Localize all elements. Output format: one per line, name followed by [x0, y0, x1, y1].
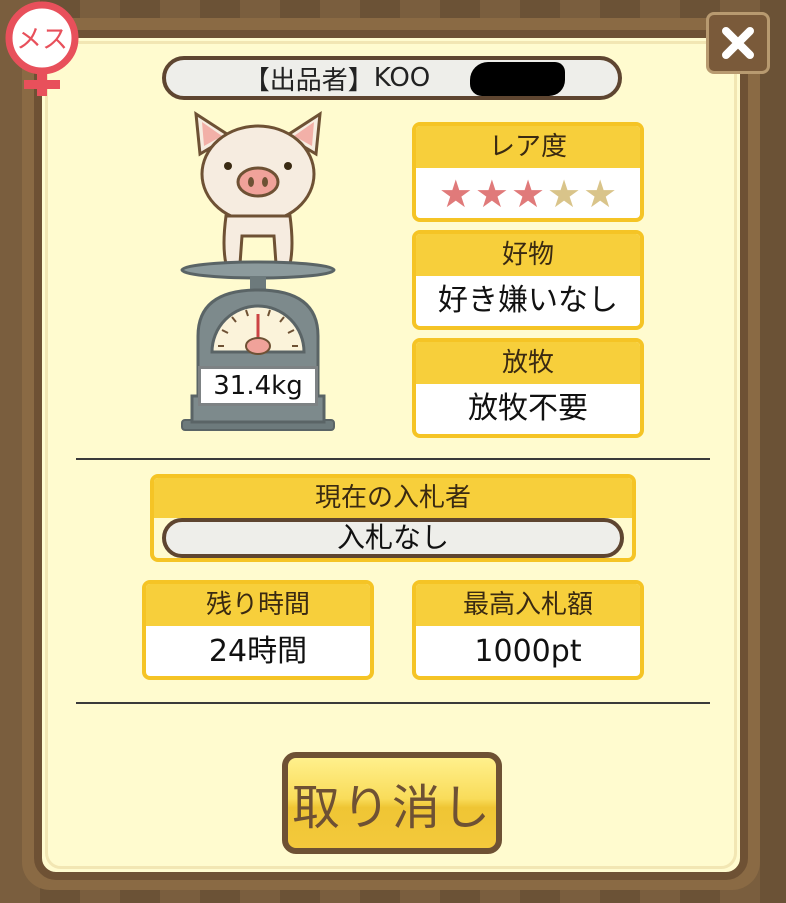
favorite-value: 好き嫌いなし [438, 283, 618, 318]
current-bidder-value: 入札なし [162, 518, 624, 558]
seller-prefix: 【出品者】 [243, 65, 374, 96]
female-symbol-icon: メス [5, 1, 79, 96]
pasture-box: 放牧 放牧不要 [412, 338, 644, 438]
time-left-box: 残り時間 24時間 [142, 580, 374, 680]
redaction-scribble [470, 62, 565, 96]
gender-label: メス [16, 25, 68, 55]
divider-bottom [76, 702, 710, 704]
time-left-label: 残り時間 [146, 584, 370, 626]
favorite-label: 好物 [416, 234, 640, 276]
star-filled-icon: ★ [438, 172, 473, 216]
seller-name: KOO [373, 63, 431, 93]
close-button[interactable] [706, 12, 770, 74]
favorite-box: 好物 好き嫌いなし [412, 230, 644, 330]
pasture-label: 放牧 [416, 342, 640, 384]
current-bidder-label: 現在の入札者 [154, 478, 632, 518]
rarity-label: レア度 [416, 126, 640, 168]
pig-weight: 31.4kg [198, 366, 318, 406]
max-bid-value: 1000pt [474, 634, 582, 669]
cancel-button[interactable]: 取り消し [282, 752, 502, 854]
max-bid-label: 最高入札額 [416, 584, 640, 626]
current-bidder-box: 現在の入札者 入札なし [150, 474, 636, 562]
female-badge: メス [2, 0, 84, 100]
star-empty-icon: ★ [583, 172, 618, 216]
close-icon [722, 27, 754, 59]
star-filled-icon: ★ [510, 172, 546, 216]
rarity-box: レア度 ★ ★ ★ ★ ★ [412, 122, 644, 222]
max-bid-box: 最高入札額 1000pt [412, 580, 644, 680]
time-left-value: 24時間 [208, 634, 308, 669]
pasture-value: 放牧不要 [468, 391, 588, 426]
star-empty-icon: ★ [547, 172, 582, 216]
rarity-stars: ★ ★ ★ ★ ★ [416, 168, 640, 214]
star-filled-icon: ★ [474, 172, 509, 216]
divider-top [76, 458, 710, 460]
